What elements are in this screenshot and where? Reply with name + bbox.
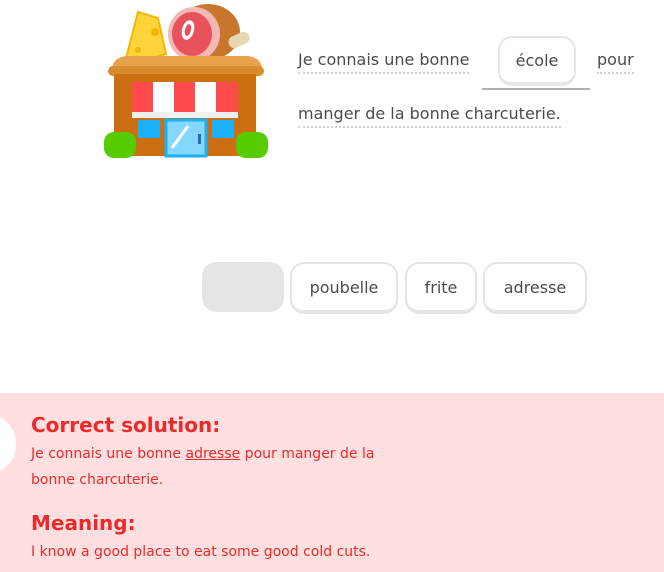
butcher-shop-illustration xyxy=(104,4,268,158)
sentence-part-end[interactable]: manger de la bonne charcuterie. xyxy=(298,104,561,128)
feedback-badge-icon xyxy=(0,413,16,475)
solution-text-before: Je connais une bonne xyxy=(31,446,186,462)
incorrect-feedback-panel: Correct solution: Je connais une bonne a… xyxy=(0,393,664,572)
answer-blank xyxy=(482,88,590,90)
ham-icon xyxy=(168,4,250,61)
word-tile[interactable]: poubelle xyxy=(290,262,398,314)
meaning-text: I know a good place to eat some good col… xyxy=(31,544,371,560)
word-bank-empty-slot xyxy=(202,262,284,312)
solution-text: Je connais une bonne adresse pour manger… xyxy=(31,441,411,493)
sentence-part-start[interactable]: Je connais une bonne xyxy=(298,50,470,74)
solution-heading: Correct solution: xyxy=(31,413,221,437)
word-tile[interactable]: adresse xyxy=(483,262,587,314)
meaning-heading: Meaning: xyxy=(31,511,136,535)
word-bank: poubelle frite adresse xyxy=(0,262,664,314)
word-tile[interactable]: frite xyxy=(405,262,477,314)
selected-word-tile[interactable]: école xyxy=(498,36,576,86)
awning xyxy=(132,82,238,118)
solution-answer: adresse xyxy=(185,446,241,462)
sentence-part-mid[interactable]: pour xyxy=(597,50,634,74)
